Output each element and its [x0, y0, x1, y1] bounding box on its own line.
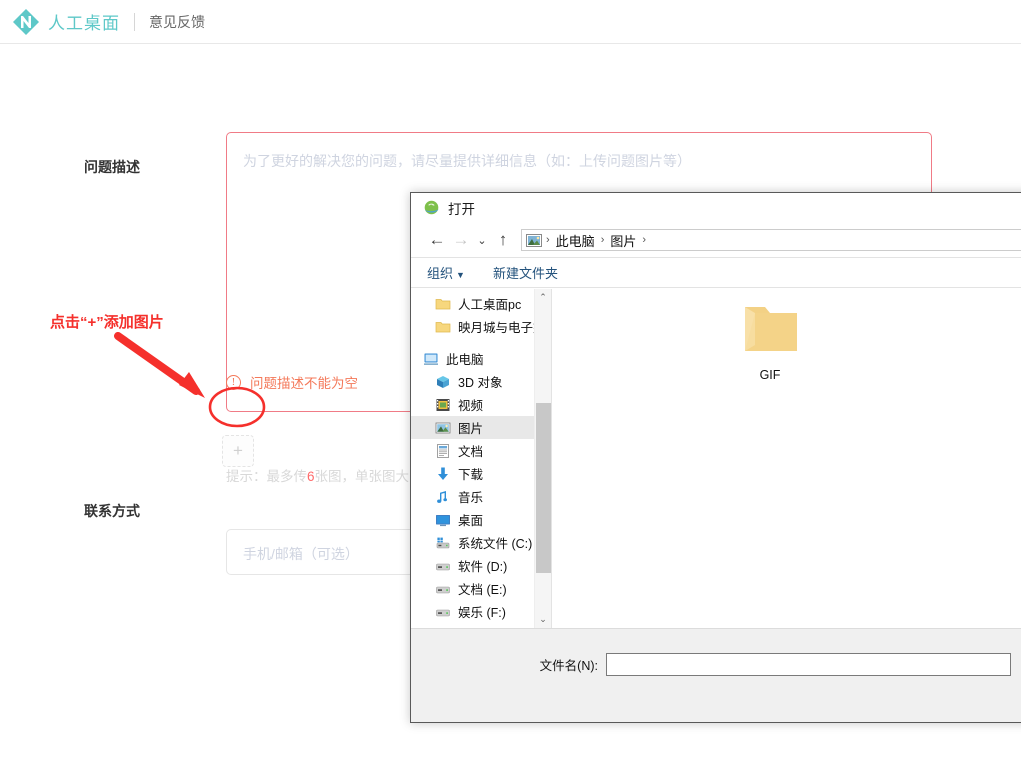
file-item-label: GIF	[759, 368, 781, 382]
sidebar-item-videos[interactable]: 视频	[411, 393, 551, 416]
music-icon	[437, 490, 447, 503]
nav-group-spacer	[411, 338, 551, 347]
file-list-pane[interactable]: GIF	[551, 289, 1021, 628]
sidebar-item-label: 3D 对象	[458, 376, 503, 390]
sidebar-item-drive-d[interactable]: 软件 (D:)	[411, 554, 551, 577]
organize-menu[interactable]: 组织 ▼	[427, 263, 465, 282]
upload-hint: 提示：最多传6张图，单张图大	[226, 465, 409, 485]
drive-icon	[436, 586, 450, 593]
open-file-dialog: 打开 ← → ⌄ ↑ › 此电脑 › 图片 › 组织 ▼ 新建文件夹 人工桌面p…	[410, 192, 1021, 723]
description-error-text: 问题描述不能为空	[250, 376, 358, 391]
address-bar[interactable]: › 此电脑 › 图片 ›	[521, 229, 1021, 251]
dialog-navbar: ← → ⌄ ↑ › 此电脑 › 图片 ›	[411, 223, 1021, 257]
new-folder-button[interactable]: 新建文件夹	[493, 263, 558, 282]
drive-icon	[436, 609, 450, 616]
upload-hint-suffix: 张图，单张图大	[314, 469, 410, 484]
internet-explorer-icon	[424, 200, 439, 215]
sidebar-item-rengong-desktop-pc[interactable]: 人工桌面pc	[411, 292, 551, 315]
filename-input[interactable]	[606, 653, 1011, 676]
sidebar-item-desktop[interactable]: 桌面	[411, 508, 551, 531]
sidebar-item-yingyuecheng[interactable]: 映月城与电子姬	[411, 315, 551, 338]
header-divider	[134, 12, 135, 31]
3d-objects-icon	[437, 375, 449, 388]
drive-icon	[436, 563, 450, 570]
page-header: 人工桌面 意见反馈	[0, 0, 1021, 44]
sidebar-item-3d-objects[interactable]: 3D 对象	[411, 370, 551, 393]
filename-row: 文件名(N):	[411, 653, 1021, 676]
dialog-footer: 文件名(N):	[411, 628, 1021, 722]
crumb-separator: ›	[546, 234, 550, 246]
sidebar-item-documents[interactable]: 文档	[411, 439, 551, 462]
scroll-down-icon[interactable]: ⌄	[535, 611, 551, 628]
breadcrumb-this-pc[interactable]: 此电脑	[554, 231, 597, 250]
sidebar-item-label: 此电脑	[446, 353, 484, 367]
app-logo-icon	[13, 8, 39, 35]
upload-hint-number: 6	[307, 469, 315, 484]
computer-icon	[424, 353, 438, 365]
file-item-gif-folder[interactable]: GIF	[722, 301, 818, 382]
sidebar-item-this-pc[interactable]: 此电脑	[411, 347, 551, 370]
crumb-separator: ›	[600, 234, 605, 246]
sidebar-item-label: 系统文件 (C:)	[458, 537, 533, 551]
annotation-text: 点击“+”添加图片	[50, 314, 164, 331]
organize-label: 组织	[427, 266, 454, 281]
dialog-toolbar: 组织 ▼ 新建文件夹	[411, 257, 1021, 288]
brand-logo[interactable]: 人工桌面	[12, 8, 120, 36]
videos-icon	[436, 398, 450, 411]
sidebar-item-drive-f[interactable]: 娱乐 (F:)	[411, 600, 551, 623]
pictures-icon	[435, 422, 451, 433]
dialog-body: 人工桌面pc 映月城与电子姬 此电脑 3D 对象 视频 图片 文档 下载 音乐 …	[411, 289, 1021, 628]
brand-name: 人工桌面	[48, 14, 120, 33]
sidebar-item-label: 桌面	[458, 514, 484, 528]
recent-locations-button[interactable]: ⌄	[473, 228, 491, 252]
sidebar-item-label: 娱乐 (F:)	[458, 606, 506, 620]
navigation-list: 人工桌面pc 映月城与电子姬 此电脑 3D 对象 视频 图片 文档 下载 音乐 …	[411, 289, 551, 623]
sidebar-item-label: 图片	[458, 422, 484, 436]
folder-icon	[435, 321, 451, 332]
contact-label: 联系方式	[84, 503, 140, 519]
description-error: ! 问题描述不能为空	[226, 372, 358, 392]
back-button[interactable]: ←	[425, 228, 449, 252]
scrollbar-thumb[interactable]	[536, 403, 551, 573]
upload-hint-prefix: 提示：最多传	[226, 469, 307, 484]
scroll-up-icon[interactable]: ⌃	[535, 289, 551, 306]
dialog-title: 打开	[448, 201, 475, 217]
add-image-button[interactable]: +	[222, 435, 254, 467]
contact-placeholder: 手机/邮箱（可选）	[243, 546, 359, 562]
sidebar-item-label: 下载	[458, 468, 484, 482]
forward-button[interactable]: →	[449, 228, 473, 252]
documents-icon	[437, 443, 449, 458]
sidebar-item-downloads[interactable]: 下载	[411, 462, 551, 485]
sidebar-item-label: 映月城与电子姬	[458, 321, 546, 335]
sidebar-item-label: 人工桌面pc	[458, 298, 522, 312]
navigation-scrollbar[interactable]: ⌃ ⌄	[534, 289, 551, 628]
filename-label: 文件名(N):	[539, 659, 598, 673]
pictures-crumb-icon	[526, 233, 542, 247]
nav-link-feedback[interactable]: 意见反馈	[149, 12, 205, 32]
up-button[interactable]: ↑	[491, 228, 515, 252]
chevron-down-icon: ▼	[456, 270, 465, 280]
system-drive-icon	[436, 537, 450, 548]
desktop-icon	[436, 514, 450, 526]
crumb-separator: ›	[642, 234, 647, 246]
sidebar-item-system-drive-c[interactable]: 系统文件 (C:)	[411, 531, 551, 554]
folder-icon	[435, 298, 451, 309]
sidebar-item-pictures[interactable]: 图片	[411, 416, 551, 439]
sidebar-item-music[interactable]: 音乐	[411, 485, 551, 508]
sidebar-item-label: 软件 (D:)	[458, 560, 508, 574]
error-exclamation-icon: !	[226, 374, 241, 390]
sidebar-item-drive-e[interactable]: 文档 (E:)	[411, 577, 551, 600]
navigation-pane: 人工桌面pc 映月城与电子姬 此电脑 3D 对象 视频 图片 文档 下载 音乐 …	[411, 289, 551, 628]
sidebar-item-label: 音乐	[458, 491, 484, 505]
folder-icon	[745, 307, 797, 351]
dialog-titlebar: 打开	[411, 193, 1021, 223]
description-label: 问题描述	[84, 159, 140, 175]
description-placeholder: 为了更好的解决您的问题，请尽量提供详细信息（如：上传问题图片等）	[243, 153, 691, 169]
sidebar-item-label: 文档	[458, 445, 484, 459]
sidebar-item-label: 文档 (E:)	[458, 583, 507, 597]
breadcrumb-pictures[interactable]: 图片	[608, 231, 638, 250]
sidebar-item-label: 视频	[458, 399, 484, 413]
downloads-icon	[438, 467, 448, 480]
